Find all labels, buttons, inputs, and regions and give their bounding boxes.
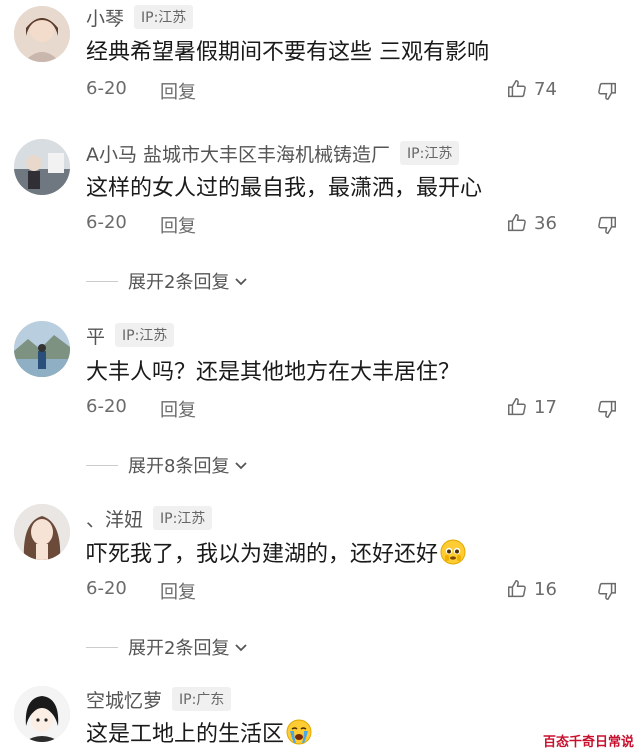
expand-replies-label: 展开8条回复: [128, 456, 230, 477]
thumbs-down-icon[interactable]: [596, 80, 618, 102]
divider: [86, 464, 118, 466]
crying-face-emoji-icon: [286, 719, 312, 745]
pleading-face-emoji-icon: [440, 539, 466, 565]
avatar[interactable]: [14, 6, 70, 62]
comment-text: 这样的女人过的最自我，最潇洒，最开心: [86, 176, 483, 201]
comment-text: 大丰人吗？还是其他地方在大丰居住？: [86, 360, 461, 385]
like-count: 16: [534, 578, 557, 600]
ip-location-badge: IP:江苏: [134, 5, 194, 29]
avatar[interactable]: [14, 504, 70, 560]
ip-location-badge: IP:江苏: [153, 506, 213, 530]
thumbs-down-icon[interactable]: [596, 214, 618, 236]
thumbs-down-icon[interactable]: [596, 580, 618, 602]
comment-date: 6-20: [86, 78, 127, 99]
like-count: 74: [534, 78, 557, 100]
like-button[interactable]: 74: [506, 78, 557, 100]
chevron-down-icon: [235, 644, 248, 652]
expand-replies-label: 展开2条回复: [128, 272, 230, 293]
reply-button[interactable]: 回复: [160, 578, 196, 604]
comment-text: 这是工地上的生活区: [86, 716, 312, 748]
divider: [86, 280, 118, 282]
ip-location-badge: IP:江苏: [115, 323, 175, 347]
thumbs-up-icon: [508, 580, 526, 598]
expand-replies-label: 展开2条回复: [128, 638, 230, 659]
divider: [86, 646, 118, 648]
expand-replies-button[interactable]: 展开2条回复: [86, 268, 249, 294]
ip-location-badge: IP:广东: [172, 687, 232, 711]
username[interactable]: 空城忆萝: [86, 686, 162, 713]
like-button[interactable]: 36: [506, 212, 557, 234]
comment-date: 6-20: [86, 578, 127, 599]
avatar[interactable]: [14, 321, 70, 377]
comment-text-body: 吓死我了，我以为建湖的，还好还好: [86, 542, 439, 567]
chevron-down-icon: [235, 278, 248, 286]
avatar[interactable]: [14, 139, 70, 195]
like-count: 17: [534, 396, 557, 418]
reply-button[interactable]: 回复: [160, 396, 196, 422]
comment-date: 6-20: [86, 396, 127, 417]
thumbs-up-icon: [508, 80, 526, 98]
thumbs-down-icon[interactable]: [596, 398, 618, 420]
username[interactable]: 平: [86, 322, 105, 349]
chevron-down-icon: [235, 462, 248, 470]
comment-text-body: 这是工地上的生活区: [86, 722, 285, 747]
username[interactable]: 、洋妞: [86, 505, 143, 532]
reply-button[interactable]: 回复: [160, 212, 196, 238]
comment-date: 6-20: [86, 212, 127, 233]
watermark: 百态千奇日常说: [542, 735, 634, 750]
expand-replies-button[interactable]: 展开2条回复: [86, 634, 249, 660]
ip-location-badge: IP:江苏: [400, 141, 460, 165]
avatar[interactable]: [14, 686, 70, 742]
like-button[interactable]: 17: [506, 396, 557, 418]
username[interactable]: A小马 盐城市大丰区丰海机械铸造厂: [86, 140, 390, 167]
like-count: 36: [534, 212, 557, 234]
expand-replies-button[interactable]: 展开8条回复: [86, 452, 249, 478]
comment-text: 经典希望暑假期间不要有这些 三观有影响: [86, 40, 489, 65]
thumbs-up-icon: [508, 398, 526, 416]
reply-button[interactable]: 回复: [160, 78, 196, 104]
username[interactable]: 小琴: [86, 4, 124, 31]
comment-text: 吓死我了，我以为建湖的，还好还好: [86, 536, 466, 568]
like-button[interactable]: 16: [506, 578, 557, 600]
thumbs-up-icon: [508, 214, 526, 232]
